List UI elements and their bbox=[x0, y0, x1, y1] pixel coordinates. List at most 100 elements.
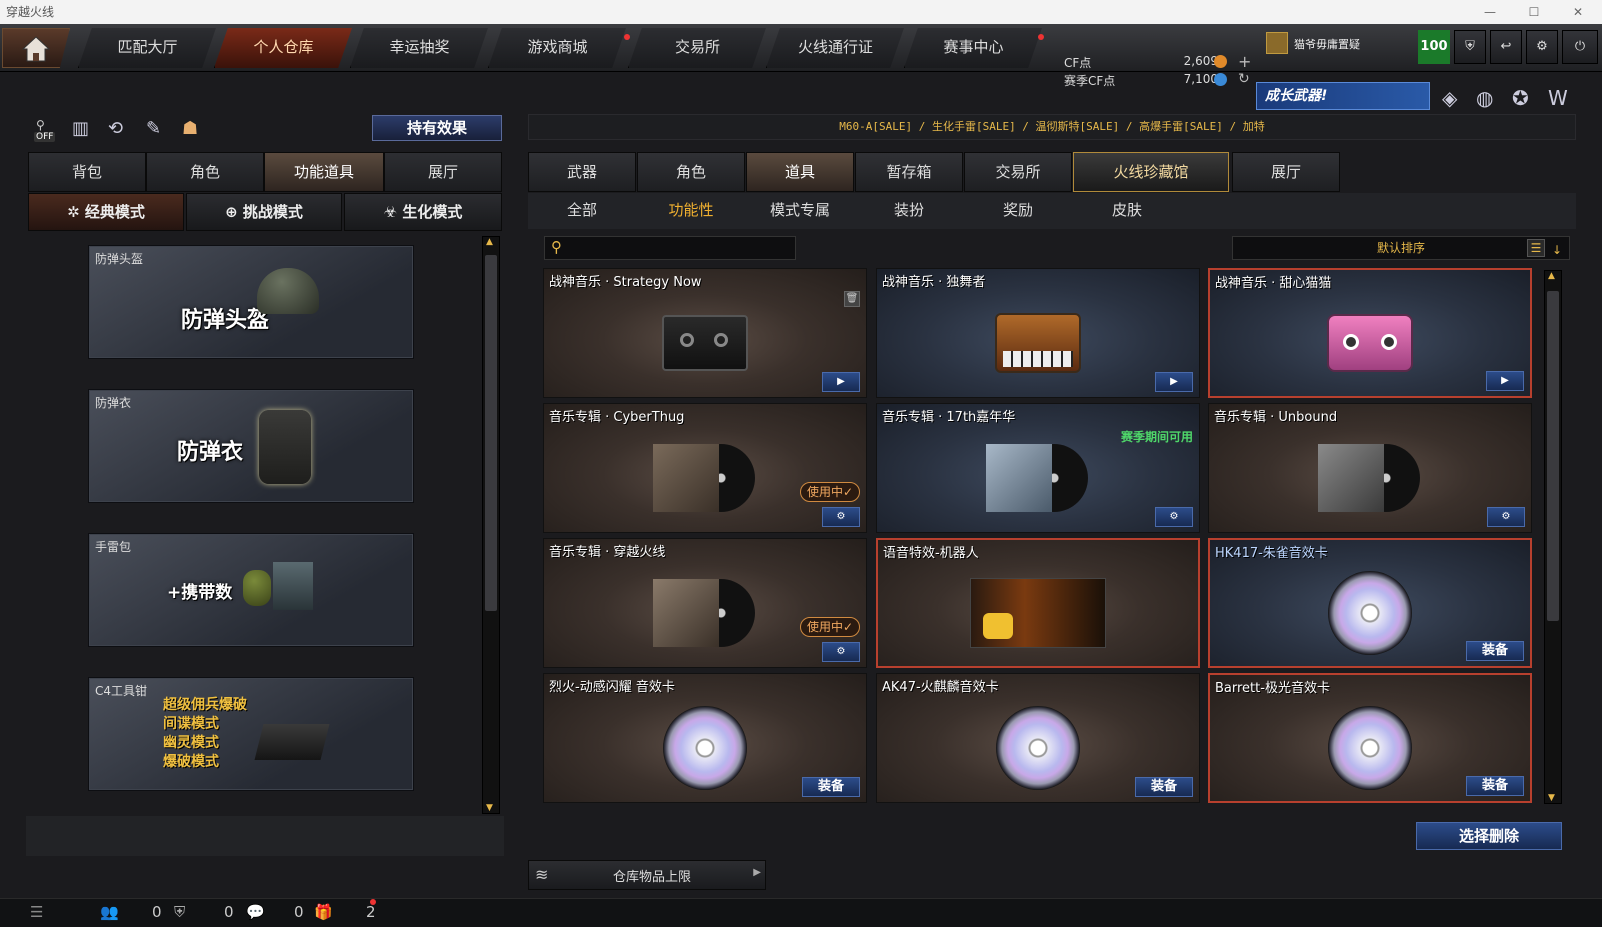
w-logo-icon[interactable]: W bbox=[1548, 86, 1568, 110]
scroll-up-icon[interactable]: ▲ bbox=[1548, 271, 1555, 281]
sort-arrow-icon[interactable]: ↓ bbox=[1549, 239, 1565, 257]
left-tab-character[interactable]: 角色 bbox=[146, 152, 264, 192]
play-button[interactable]: ▶ bbox=[1155, 372, 1193, 392]
mode-tab-classic[interactable]: ✲ 经典模式 bbox=[28, 193, 184, 231]
nav-tab-match-lobby[interactable]: 匹配大厅 bbox=[78, 28, 216, 68]
refresh-icon[interactable]: ↻ bbox=[1238, 71, 1250, 87]
equip-button[interactable]: 装备 bbox=[1135, 777, 1193, 797]
chat-bubble-icon[interactable]: 💬 bbox=[246, 903, 265, 921]
close-icon[interactable]: ✕ bbox=[1556, 0, 1600, 24]
guild-shield-icon[interactable]: ⛨ bbox=[174, 903, 185, 921]
nav-tab-event-center[interactable]: 赛事中心 bbox=[904, 28, 1042, 68]
right-tab-showroom[interactable]: 展厅 bbox=[1232, 152, 1340, 192]
scroll-down-icon[interactable]: ▼ bbox=[486, 803, 493, 813]
off-toggle-icon[interactable]: OFF ⚲ bbox=[30, 118, 62, 142]
brush-icon[interactable]: ✎ bbox=[146, 118, 161, 139]
item-c4-pliers[interactable]: C4工具钳 超级佣兵爆破 间谍模式 幽灵模式 爆破模式 bbox=[88, 677, 414, 791]
item-grenade-pack[interactable]: 手雷包 +携带数 bbox=[88, 533, 414, 647]
minimize-icon[interactable]: — bbox=[1468, 0, 1512, 24]
nav-tab-game-mall[interactable]: 游戏商城 bbox=[488, 28, 626, 68]
nav-tab-personal-warehouse[interactable]: 个人仓库 bbox=[214, 28, 352, 68]
growth-weapon-banner[interactable]: 成长武器! bbox=[1256, 82, 1430, 110]
mode-tab-challenge[interactable]: ⊕ 挑战模式 bbox=[186, 193, 342, 231]
item-card[interactable]: 语音特效-机器人 bbox=[876, 538, 1200, 668]
left-scrollbar[interactable]: ▲ ▼ bbox=[482, 236, 500, 814]
equip-button[interactable]: 装备 bbox=[1466, 776, 1524, 796]
nav-tab-battle-pass[interactable]: 火线通行证 bbox=[766, 28, 904, 68]
settings-gear-button[interactable]: ⚙ bbox=[822, 642, 860, 662]
item-card[interactable]: 音乐专辑 · 穿越火线 使用中✓ ⚙ bbox=[543, 538, 867, 668]
biochem-mode-icon: ☣ bbox=[383, 203, 403, 221]
left-tab-backpack[interactable]: 背包 bbox=[28, 152, 146, 192]
search-input[interactable] bbox=[571, 239, 791, 257]
gear-icon[interactable]: ⚙ bbox=[1526, 30, 1558, 64]
subtab-skin[interactable]: 皮肤 bbox=[1073, 193, 1181, 229]
subtab-mode-exclusive[interactable]: 模式专属 bbox=[746, 193, 854, 229]
subtab-outfit[interactable]: 装扮 bbox=[855, 193, 963, 229]
select-delete-button[interactable]: 选择删除 bbox=[1416, 822, 1562, 850]
left-scroll-thumb[interactable] bbox=[485, 255, 497, 611]
item-card[interactable]: AK47-火麒麟音效卡 装备 bbox=[876, 673, 1200, 803]
globe-icon[interactable]: ◍ bbox=[1476, 86, 1493, 110]
left-tab-functional-items[interactable]: 功能道具 bbox=[264, 152, 384, 192]
sort-dropdown[interactable]: 默认排序 ☰ ↓ bbox=[1232, 236, 1570, 260]
badge-icon[interactable]: ◈ bbox=[1442, 86, 1457, 110]
nav-tab-exchange[interactable]: 交易所 bbox=[628, 28, 766, 68]
scroll-up-icon[interactable]: ▲ bbox=[486, 237, 493, 247]
sale-ticker[interactable]: M60-A[SALE] / 生化手雷[SALE] / 温彻斯特[SALE] / … bbox=[528, 114, 1576, 140]
search-box[interactable]: ⚲ bbox=[544, 236, 796, 260]
storage-limit-bar[interactable]: ≋ 仓库物品上限 ▶ bbox=[528, 860, 766, 890]
power-icon[interactable]: ⏻ bbox=[1562, 30, 1598, 64]
item-card[interactable]: 音乐专辑 · 17th嘉年华 赛季期间可用 ⚙ bbox=[876, 403, 1200, 533]
home-button[interactable] bbox=[2, 28, 70, 68]
nav-tab-lucky-draw[interactable]: 幸运抽奖 bbox=[350, 28, 488, 68]
equip-button[interactable]: 装备 bbox=[1466, 641, 1524, 661]
item-card[interactable]: 音乐专辑 · CyberThug 使用中✓ ⚙ bbox=[543, 403, 867, 533]
right-scrollbar[interactable]: ▲ ▼ bbox=[1544, 270, 1562, 804]
star-icon[interactable]: ✪ bbox=[1512, 86, 1529, 110]
shield-icon[interactable]: ⛨ bbox=[1454, 30, 1486, 64]
right-tab-exchange[interactable]: 交易所 bbox=[964, 152, 1072, 192]
equip-button[interactable]: 装备 bbox=[802, 777, 860, 797]
trash-icon[interactable]: 🗑 bbox=[844, 291, 860, 307]
subtab-all[interactable]: 全部 bbox=[528, 193, 636, 229]
history-icon[interactable]: ⟲ bbox=[108, 118, 123, 139]
play-button[interactable]: ▶ bbox=[822, 372, 860, 392]
stats-icon[interactable]: ▥ bbox=[72, 118, 89, 139]
holding-effects-button[interactable]: 持有效果 bbox=[372, 115, 502, 141]
item-card[interactable]: 烈火-动感闪耀 音效卡 装备 bbox=[543, 673, 867, 803]
recharge-plus-icon[interactable]: + bbox=[1238, 52, 1251, 71]
item-card[interactable]: Barrett-极光音效卡 装备 bbox=[1208, 673, 1532, 803]
item-vest[interactable]: 防弹衣 防弹衣 bbox=[88, 389, 414, 503]
menu-list-icon[interactable]: ☰ bbox=[30, 903, 43, 921]
right-tab-storage-box[interactable]: 暂存箱 bbox=[855, 152, 963, 192]
item-helmet[interactable]: 防弹头盔 防弹头盔 bbox=[88, 245, 414, 359]
user-name[interactable]: 猫爷毋庸置疑 bbox=[1294, 36, 1360, 52]
item-card[interactable]: 战神音乐 · 独舞者 ▶ bbox=[876, 268, 1200, 398]
item-card[interactable]: 音乐专辑 · Unbound ⚙ bbox=[1208, 403, 1532, 533]
play-button[interactable]: ▶ bbox=[1486, 371, 1524, 391]
mouse-icon[interactable]: ☗ bbox=[182, 118, 198, 139]
item-card[interactable]: 战神音乐 · 甜心猫猫 ▶ bbox=[1208, 268, 1532, 398]
scroll-down-icon[interactable]: ▼ bbox=[1548, 793, 1555, 803]
list-view-icon[interactable]: ☰ bbox=[1527, 239, 1545, 257]
settings-gear-button[interactable]: ⚙ bbox=[1155, 507, 1193, 527]
maximize-icon[interactable]: ☐ bbox=[1512, 0, 1556, 24]
left-tab-showroom[interactable]: 展厅 bbox=[384, 152, 502, 192]
item-card[interactable]: HK417-朱雀音效卡 装备 bbox=[1208, 538, 1532, 668]
right-scroll-thumb[interactable] bbox=[1547, 291, 1559, 621]
right-tab-collection[interactable]: 火线珍藏馆 bbox=[1073, 152, 1229, 192]
subtab-reward[interactable]: 奖励 bbox=[964, 193, 1072, 229]
item-card[interactable]: 战神音乐 · Strategy Now 🗑 ▶ bbox=[543, 268, 867, 398]
mode-tab-biochem[interactable]: ☣ 生化模式 bbox=[344, 193, 502, 231]
gift-icon[interactable]: 🎁 bbox=[314, 903, 333, 921]
card-name: 音乐专辑 · Unbound bbox=[1214, 410, 1338, 425]
settings-gear-button[interactable]: ⚙ bbox=[1487, 507, 1525, 527]
friends-icon[interactable]: 👥 bbox=[100, 903, 119, 921]
return-icon[interactable]: ↩ bbox=[1490, 30, 1522, 64]
right-tab-items[interactable]: 道具 bbox=[746, 152, 854, 192]
right-tab-weapons[interactable]: 武器 bbox=[528, 152, 636, 192]
right-tab-character[interactable]: 角色 bbox=[637, 152, 745, 192]
settings-gear-button[interactable]: ⚙ bbox=[822, 507, 860, 527]
subtab-functional[interactable]: 功能性 bbox=[637, 193, 745, 229]
